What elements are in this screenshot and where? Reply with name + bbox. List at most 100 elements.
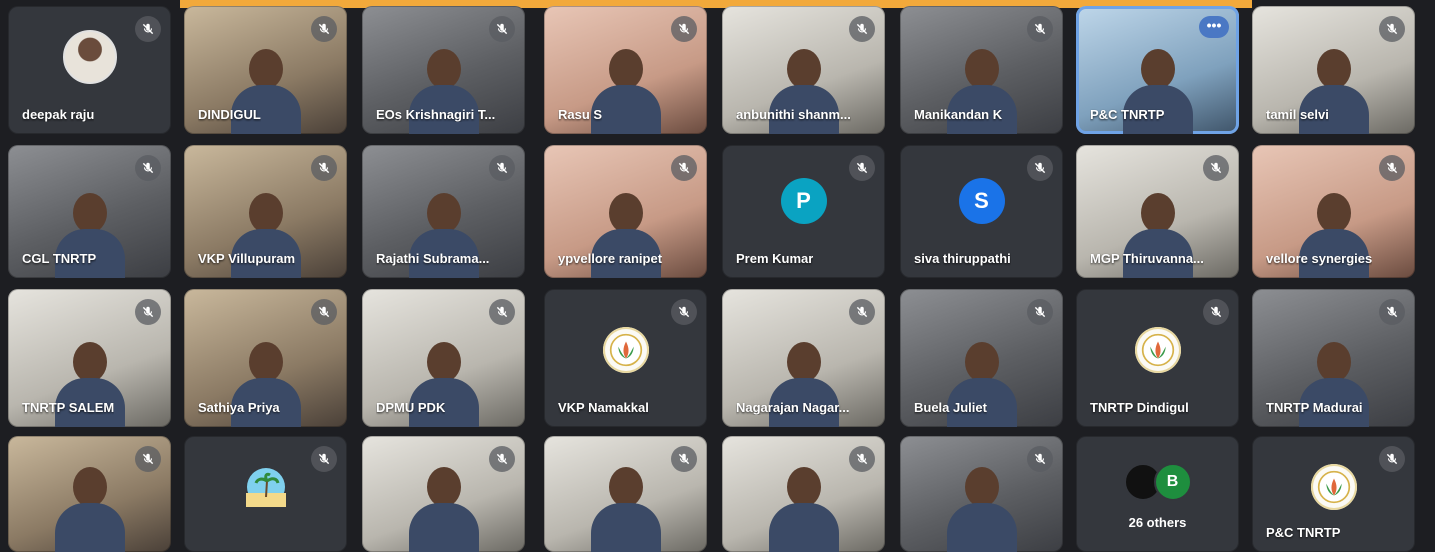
participant-video: [946, 467, 1017, 552]
participant-tile[interactable]: deepak raju: [8, 6, 171, 134]
participant-tile[interactable]: Buela Juliet: [900, 289, 1063, 427]
others-avatar-stack: B: [1123, 463, 1192, 502]
participant-name: VKP Villupuram: [198, 251, 296, 266]
participant-tile[interactable]: Sathiya Priya: [184, 289, 347, 427]
participant-video: [590, 467, 661, 552]
participant-tile[interactable]: Rajathi Subrama...: [362, 145, 525, 278]
participant-name: CGL TNRTP: [22, 251, 97, 266]
participant-tile[interactable]: [362, 436, 525, 552]
participant-video: [54, 467, 125, 552]
participant-tile[interactable]: tamil selvi: [1252, 6, 1415, 134]
more-options-icon[interactable]: •••: [1199, 16, 1229, 38]
mic-off-icon: [1027, 446, 1053, 472]
participant-tile[interactable]: DINDIGUL: [184, 6, 347, 134]
mic-off-icon: [311, 16, 337, 42]
letter-avatar: B: [1153, 463, 1192, 502]
participant-tile[interactable]: [900, 436, 1063, 552]
mic-off-icon: [849, 155, 875, 181]
participant-name: TNRTP Dindigul: [1090, 400, 1189, 415]
participant-tile[interactable]: VKP Namakkal: [544, 289, 707, 427]
mic-off-icon: [489, 16, 515, 42]
participant-name: tamil selvi: [1266, 107, 1329, 122]
participant-tile[interactable]: [722, 436, 885, 552]
mic-off-icon: [671, 299, 697, 325]
mic-off-icon: [489, 299, 515, 325]
participant-tile[interactable]: EOs Krishnagiri T...: [362, 6, 525, 134]
participant-tile[interactable]: Nagarajan Nagar...: [722, 289, 885, 427]
participant-name: DINDIGUL: [198, 107, 261, 122]
participant-name: EOs Krishnagiri T...: [376, 107, 496, 122]
participant-name: P&C TNRTP: [1090, 107, 1165, 122]
participant-tile[interactable]: [8, 436, 171, 552]
participant-name: siva thiruppathi: [914, 251, 1011, 266]
participant-name: DPMU PDK: [376, 400, 446, 415]
mic-off-icon: [1027, 16, 1053, 42]
participant-name: TNRTP SALEM: [22, 400, 115, 415]
mic-off-icon: [1203, 299, 1229, 325]
participant-name: VKP Namakkal: [558, 400, 649, 415]
participant-name: anbunithi shanm...: [736, 107, 851, 122]
participant-name: Nagarajan Nagar...: [736, 400, 850, 415]
participant-tile[interactable]: P&C TNRTP •••: [1076, 6, 1239, 134]
participant-tile[interactable]: MGP Thiruvanna...: [1076, 145, 1239, 278]
mic-off-icon: [1379, 155, 1405, 181]
participant-tile[interactable]: [184, 436, 347, 552]
participant-name: TNRTP Madurai: [1266, 400, 1363, 415]
participant-name: ypvellore ranipet: [558, 251, 663, 266]
participant-tile[interactable]: CGL TNRTP: [8, 145, 171, 278]
participant-tile[interactable]: vellore synergies: [1252, 145, 1415, 278]
mic-off-icon: [671, 155, 697, 181]
participant-tile[interactable]: P&C TNRTP: [1252, 436, 1415, 552]
participant-tile[interactable]: DPMU PDK: [362, 289, 525, 427]
participant-tile[interactable]: ypvellore ranipet: [544, 145, 707, 278]
organization-logo-avatar: [602, 326, 649, 373]
participant-name: MGP Thiruvanna...: [1090, 251, 1204, 266]
mic-off-icon: [135, 155, 161, 181]
participant-name: P&C TNRTP: [1266, 525, 1341, 540]
participant-name: deepak raju: [22, 107, 95, 122]
organization-logo-avatar: [1310, 464, 1357, 511]
mic-off-icon: [135, 446, 161, 472]
participant-grid: deepak raju DINDIGUL EOs Krishnagiri T... R…: [0, 0, 1435, 552]
mic-off-icon: [1027, 155, 1053, 181]
participant-tile[interactable]: Ssiva thiruppathi: [900, 145, 1063, 278]
participant-tile[interactable]: TNRTP Dindigul: [1076, 289, 1239, 427]
mic-off-icon: [311, 299, 337, 325]
participant-tile[interactable]: TNRTP SALEM: [8, 289, 171, 427]
beach-avatar: [243, 464, 289, 510]
participant-tile[interactable]: TNRTP Madurai: [1252, 289, 1415, 427]
mic-off-icon: [311, 155, 337, 181]
organization-logo-avatar: [1134, 326, 1181, 373]
mic-off-icon: [849, 446, 875, 472]
participant-tile[interactable]: [544, 436, 707, 552]
profile-photo-avatar: [62, 30, 117, 85]
participant-video: [408, 467, 479, 552]
mic-off-icon: [135, 16, 161, 42]
mic-off-icon: [1379, 16, 1405, 42]
participant-tile[interactable]: P Prem Kumar: [722, 145, 885, 278]
mic-off-icon: [489, 446, 515, 472]
participant-tile[interactable]: anbunithi shanm...: [722, 6, 885, 134]
participant-tile[interactable]: B 26 others: [1076, 436, 1239, 552]
participant-name: Rasu S: [558, 107, 603, 122]
mic-off-icon: [489, 155, 515, 181]
mic-off-icon: [671, 16, 697, 42]
others-count-label: 26 others: [1128, 515, 1187, 530]
mic-off-icon: [1379, 446, 1405, 472]
mic-off-icon: [849, 16, 875, 42]
mic-off-icon: [671, 446, 697, 472]
participant-name: Rajathi Subrama...: [376, 251, 490, 266]
participant-name: vellore synergies: [1266, 251, 1373, 266]
participant-name: Buela Juliet: [914, 400, 987, 415]
mic-off-icon: [1027, 299, 1053, 325]
letter-avatar: S: [958, 177, 1005, 224]
mic-off-icon: [1379, 299, 1405, 325]
participant-tile[interactable]: Manikandan K: [900, 6, 1063, 134]
participant-name: Prem Kumar: [736, 251, 814, 266]
participant-name: Sathiya Priya: [198, 400, 280, 415]
mic-off-icon: [135, 299, 161, 325]
participant-tile[interactable]: Rasu S: [544, 6, 707, 134]
mic-off-icon: [311, 446, 337, 472]
mic-off-icon: [849, 299, 875, 325]
participant-tile[interactable]: VKP Villupuram: [184, 145, 347, 278]
